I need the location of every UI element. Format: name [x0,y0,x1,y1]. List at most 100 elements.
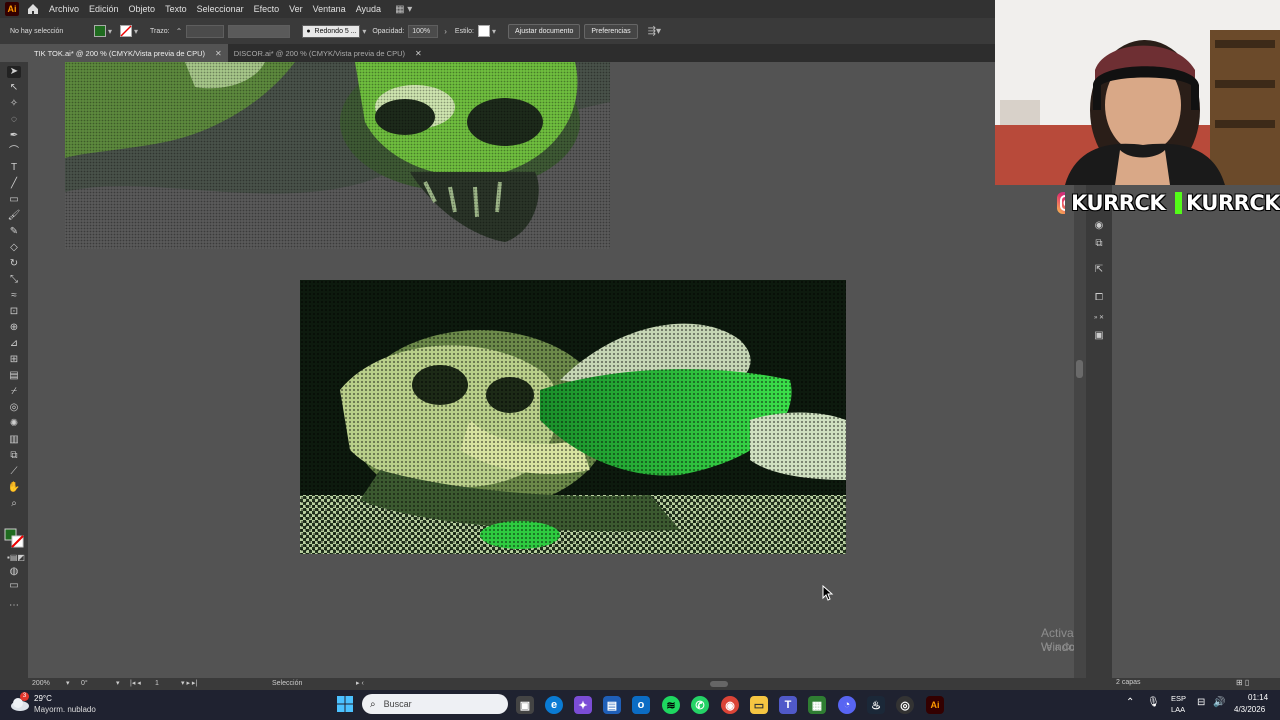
draw-mode-icon[interactable]: ◍ [7,566,21,578]
menu-seleccionar[interactable]: Seleccionar [197,4,244,14]
language-bottom[interactable]: LAA [1171,705,1185,714]
export-panel-icon[interactable]: ⇱ [1093,264,1105,276]
file-explorer-icon[interactable]: ▭ [750,696,768,714]
close-icon[interactable]: ✕ [215,49,222,58]
canvas[interactable]: Activar Windows Ve a Configuración para … [28,62,1074,678]
teams-icon[interactable]: T [779,696,797,714]
more-tools-icon[interactable]: ⋯ [7,600,21,612]
adjust-document-button[interactable]: Ajustar documento [508,23,581,39]
stroke-weight-field[interactable] [186,24,225,38]
column-graph-tool-icon[interactable]: ▥ [7,434,21,446]
weather-temp[interactable]: 29°C [34,694,52,703]
line-tool-icon[interactable]: ╱ [7,178,21,190]
hand-tool-icon[interactable]: ✋ [7,482,21,494]
menu-ayuda[interactable]: Ayuda [356,4,381,14]
perspective-grid-tool-icon[interactable]: ⊿ [7,338,21,350]
preferences-button[interactable]: Preferencias [584,23,638,39]
screen-mode-icon[interactable]: ▭ [7,580,21,592]
rectangle-tool-icon[interactable]: ▭ [7,194,21,206]
slice-tool-icon[interactable]: ⟋ [7,466,21,478]
collapse-panel-icon[interactable]: » ✕ [1093,312,1105,324]
language-top[interactable]: ESP [1171,694,1186,703]
stroke-stepper-icon[interactable]: ⌃ [176,27,183,36]
type-tool-icon[interactable]: T [7,162,21,174]
rotate-tool-icon[interactable]: ↻ [7,258,21,270]
chrome-icon[interactable]: ◉ [721,696,739,714]
menu-edicion[interactable]: Edición [89,4,119,14]
artwork-skull-top[interactable] [65,62,610,249]
network-icon[interactable]: ⊟ [1197,697,1205,708]
mesh-tool-icon[interactable]: ⊞ [7,354,21,366]
minecraft-icon[interactable]: ▦ [808,696,826,714]
obs-icon[interactable]: ◎ [896,696,914,714]
menu-ver[interactable]: Ver [289,4,303,14]
weather-desc[interactable]: Mayorm. nublado [34,705,96,714]
scrollbar-thumb[interactable] [1076,360,1083,378]
eraser-tool-icon[interactable]: ◇ [7,242,21,254]
style-swatch[interactable] [477,25,490,37]
stroke-swatch[interactable] [120,25,133,37]
fill-stroke-icon[interactable] [4,528,24,548]
lasso-tool-icon[interactable]: ◌ [7,114,21,126]
menu-texto[interactable]: Texto [165,4,187,14]
copilot-icon[interactable]: ✦ [574,696,592,714]
brush-field[interactable]: ● Redondo 5 ... [302,24,361,38]
brush-dropdown-icon[interactable]: ▾ [362,27,366,36]
fill-dropdown-icon[interactable]: ▾ [108,27,112,36]
clock-time[interactable]: 01:14 [1248,693,1268,702]
outlook-icon[interactable]: o [632,696,650,714]
workspace-switcher-icon[interactable]: ▦ ▾ [395,4,412,15]
menu-efecto[interactable]: Efecto [254,4,280,14]
spotify-icon[interactable]: ≋ [662,696,680,714]
paintbrush-tool-icon[interactable]: 🖌 [7,210,21,222]
appearance-panel-icon[interactable]: ◉ [1093,220,1105,232]
artboard-number[interactable]: 1 [155,680,159,687]
taskbar-search[interactable]: ⌕ Buscar [362,694,508,714]
store-icon[interactable]: ▤ [603,696,621,714]
pathfinder-panel-icon[interactable]: ⧠ [1093,292,1105,304]
clock-date[interactable]: 4/3/2026 [1234,705,1265,714]
menu-ventana[interactable]: Ventana [313,4,346,14]
zoom-level[interactable]: 200% [32,680,50,687]
transform-panel-icon[interactable]: ⧉ [1093,238,1105,250]
pen-tool-icon[interactable]: ✒ [7,130,21,142]
task-view-icon[interactable]: ▣ [516,696,534,714]
variable-width-field[interactable] [228,24,291,38]
gradient-tool-icon[interactable]: ▤ [7,370,21,382]
menu-objeto[interactable]: Objeto [129,4,156,14]
volume-icon[interactable]: 🔊 [1213,697,1225,708]
direct-selection-tool-icon[interactable]: ↖ [7,82,21,94]
opacity-field[interactable]: 100% [408,24,439,38]
discord-icon[interactable]: ◔ [838,696,856,714]
shape-builder-tool-icon[interactable]: ⊕ [7,322,21,334]
magic-wand-tool-icon[interactable]: ✧ [7,98,21,110]
tab-tiktok[interactable]: TIK TOK.ai* @ 200 % (CMYK/Vista previa d… [28,44,228,62]
shaper-tool-icon[interactable]: ✎ [7,226,21,238]
artboard-tool-icon[interactable]: ⧉ [7,450,21,462]
gradient-panel-icon[interactable]: ▣ [1093,330,1105,342]
menu-archivo[interactable]: Archivo [49,4,79,14]
tray-overflow-icon[interactable]: ⌃ [1126,697,1134,708]
curvature-tool-icon[interactable]: ⌒ [7,146,21,158]
eyedropper-tool-icon[interactable]: ⌿ [7,386,21,398]
color-mode-icon[interactable]: ▪▤◩ [7,552,25,564]
artwork-skull-gasmask[interactable] [300,280,846,554]
scale-tool-icon[interactable]: ⤡ [7,274,21,286]
tab-discor[interactable]: DISCOR.ai* @ 200 % (CMYK/Vista previa de… [228,44,428,62]
steam-icon[interactable]: ♨ [867,696,885,714]
status-arrows-icon[interactable]: ▸ ‹ [356,679,364,687]
arrange-icon[interactable]: ⇶▾ [648,26,661,37]
blend-tool-icon[interactable]: ◎ [7,402,21,414]
windows-start-icon[interactable] [337,696,353,712]
symbol-sprayer-tool-icon[interactable]: ✺ [7,418,21,430]
rotation-value[interactable]: 0° [81,680,88,687]
width-tool-icon[interactable]: ≈ [7,290,21,302]
fill-swatch[interactable] [94,25,106,37]
home-icon[interactable] [27,3,39,15]
illustrator-taskbar-icon[interactable]: Ai [926,696,944,714]
edge-icon[interactable]: e [545,696,563,714]
close-icon[interactable]: ✕ [415,49,422,58]
horizontal-scroll-thumb[interactable] [710,681,728,687]
free-transform-tool-icon[interactable]: ⊡ [7,306,21,318]
layer-actions-icon[interactable]: ⊞ ▯ [1236,678,1249,687]
